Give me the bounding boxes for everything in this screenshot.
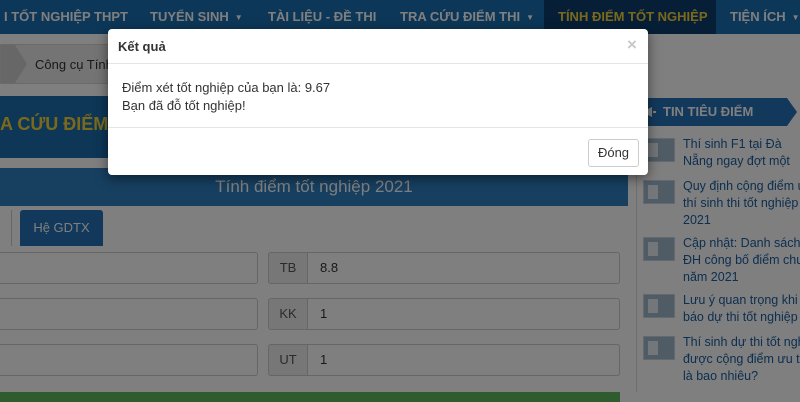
- close-icon[interactable]: ×: [627, 35, 637, 55]
- result-status-text: Bạn đã đỗ tốt nghiệp!: [122, 98, 246, 113]
- modal-footer: Đóng: [108, 127, 648, 175]
- modal-body: Điểm xét tốt nghiệp của bạn là: 9.67 Bạn…: [122, 79, 632, 115]
- modal-header: Kết quả ×: [108, 29, 648, 64]
- modal-title: Kết quả: [118, 39, 166, 54]
- result-modal: Kết quả × Điểm xét tốt nghiệp của bạn là…: [108, 29, 648, 175]
- result-score-text: Điểm xét tốt nghiệp của bạn là: 9.67: [122, 80, 331, 95]
- close-button[interactable]: Đóng: [588, 139, 639, 167]
